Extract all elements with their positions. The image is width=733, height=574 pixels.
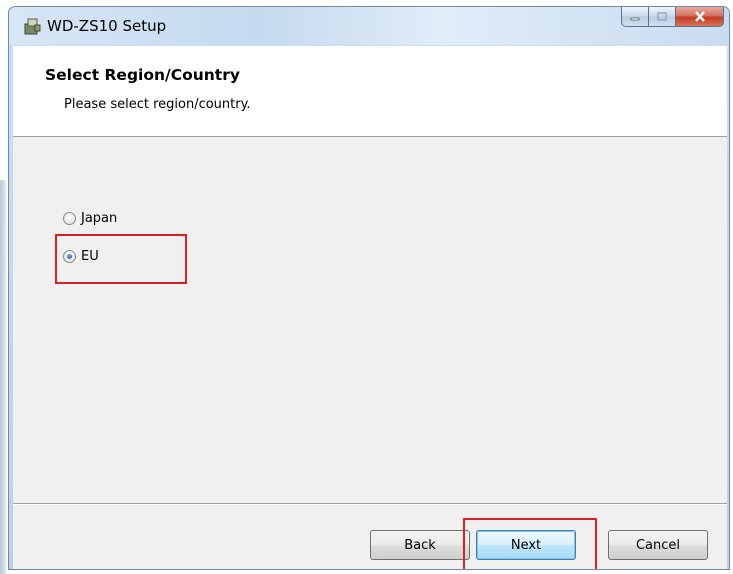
eu-highlight-box <box>55 234 187 284</box>
next-highlight-box <box>463 518 597 569</box>
back-button[interactable]: Back <box>370 530 470 560</box>
page-title: Select Region/Country <box>45 66 240 84</box>
title-bar[interactable]: WD-ZS10 Setup <box>9 7 729 45</box>
close-button[interactable] <box>676 7 724 27</box>
caption-buttons <box>621 7 724 29</box>
setup-window: WD-ZS10 Setup Select Region/Country Plea… <box>8 6 730 570</box>
dialog-body: Select Region/Country Please select regi… <box>13 46 727 569</box>
window-title: WD-ZS10 Setup <box>47 17 167 35</box>
installer-icon <box>24 18 41 35</box>
cancel-button[interactable]: Cancel <box>608 530 708 560</box>
radio-japan[interactable]: Japan <box>63 211 117 226</box>
minimize-icon <box>630 17 640 20</box>
page-subtitle: Please select region/country. <box>64 97 251 112</box>
footer-separator <box>13 503 727 505</box>
minimize-button[interactable] <box>621 7 649 27</box>
maximize-icon <box>657 12 667 21</box>
window-edge <box>0 180 6 574</box>
maximize-button[interactable] <box>649 7 676 27</box>
radio-label: Japan <box>81 211 118 226</box>
dialog-header: Select Region/Country Please select regi… <box>13 46 727 137</box>
radio-button[interactable] <box>63 212 76 225</box>
close-icon <box>694 11 705 22</box>
